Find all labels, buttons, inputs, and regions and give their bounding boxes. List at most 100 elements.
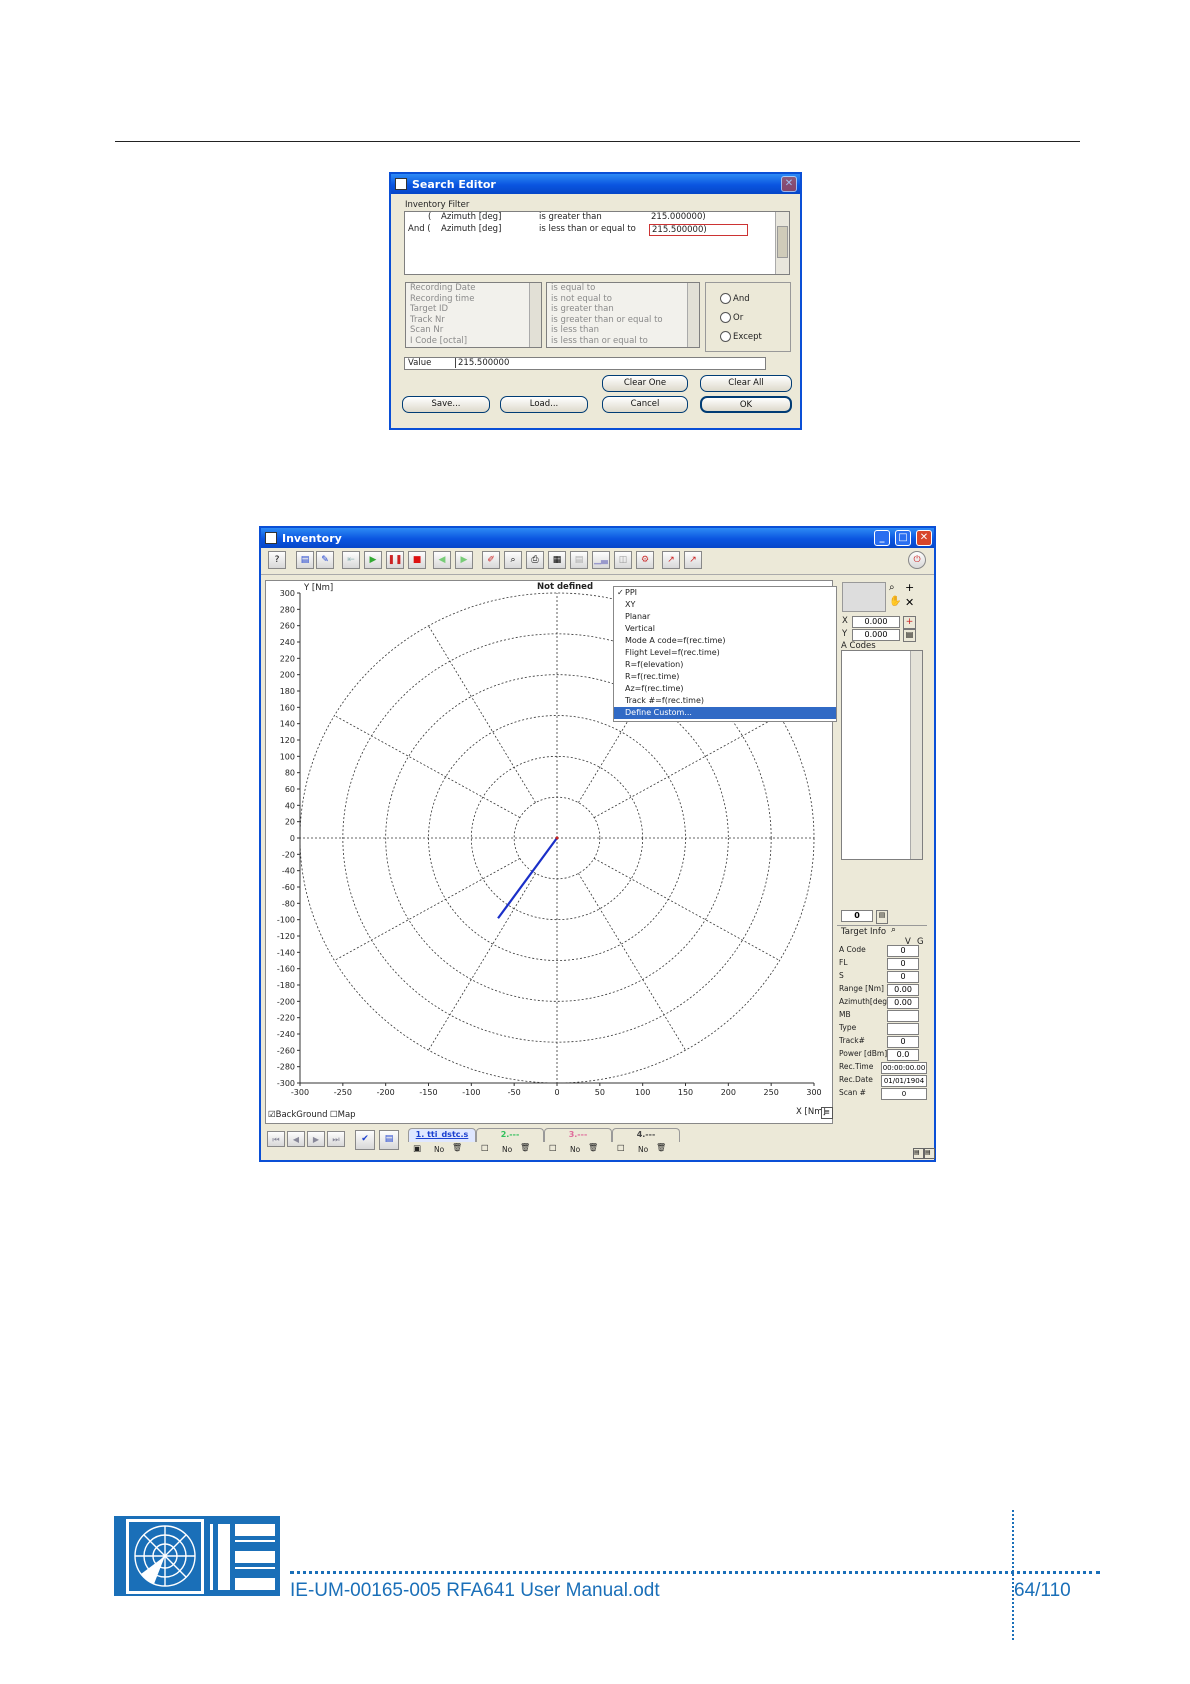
field-list-item[interactable]: Scan Nr <box>410 325 541 336</box>
a-codes-copy-icon[interactable]: ▤ <box>876 910 888 924</box>
zoom-tools[interactable] <box>842 582 886 612</box>
menu-item-r-elevation[interactable]: R=f(elevation) <box>614 659 836 671</box>
file-tab-1[interactable]: 1. tti_dstc.s <box>408 1128 476 1142</box>
table-icon[interactable]: ▤ <box>570 551 588 569</box>
edit-file-icon[interactable]: ✎ <box>316 551 334 569</box>
delete-icon[interactable]: ✕ <box>905 596 914 609</box>
inventory-titlebar[interactable]: Inventory _ □ ✕ <box>261 528 934 548</box>
radio-or[interactable]: Or <box>720 312 743 323</box>
status-icon-b[interactable]: ▤ <box>924 1148 935 1159</box>
pen-icon[interactable]: ✐ <box>482 551 500 569</box>
y-coord-field[interactable]: 0.000 <box>852 629 900 641</box>
operator-list-item[interactable]: is greater than <box>551 304 699 315</box>
maximize-icon[interactable]: □ <box>895 530 911 546</box>
operator-list[interactable]: is equal to is not equal to is greater tha… <box>546 282 700 348</box>
load-button[interactable]: Load... <box>500 396 588 413</box>
export-b-icon[interactable]: ↗ <box>684 551 702 569</box>
trash-icon[interactable]: 🗑 <box>452 1143 462 1152</box>
step-back-icon[interactable]: ⇤ <box>342 551 360 569</box>
hand-icon[interactable]: ✋ <box>889 596 901 607</box>
search-icon[interactable]: ⌕ <box>504 551 522 569</box>
operator-list-item[interactable]: is not equal to <box>551 294 699 305</box>
trash-icon[interactable]: 🗑 <box>520 1143 530 1152</box>
field-list-item[interactable]: Track Nr <box>410 315 541 326</box>
filter-icon[interactable]: ⚙ <box>636 551 654 569</box>
trash-icon[interactable]: 🗑 <box>588 1143 598 1152</box>
next-frame-button[interactable]: ▶ <box>307 1131 325 1147</box>
file-visible-checkbox[interactable]: ▣ <box>413 1144 421 1154</box>
chart-icon[interactable]: ◫ <box>614 551 632 569</box>
plus-icon[interactable]: + <box>905 581 914 594</box>
a-codes-list[interactable] <box>841 650 923 860</box>
add-coord-icon[interactable]: + <box>903 616 916 629</box>
filter-row[interactable]: And ( Azimuth [deg] is less than or equa… <box>405 224 789 236</box>
radio-except[interactable]: Except <box>720 331 762 342</box>
operator-list-item[interactable]: is greater than or equal to <box>551 315 699 326</box>
prev-frame-button[interactable]: ◀ <box>287 1131 305 1147</box>
histogram-icon[interactable]: ▁▃ <box>592 551 610 569</box>
filter-row[interactable]: ( Azimuth [deg] is greater than 215.0000… <box>405 212 789 224</box>
file-visible-checkbox[interactable]: ☐ <box>617 1144 625 1154</box>
menu-item-az-rectime[interactable]: Az=f(rec.time) <box>614 683 836 695</box>
trash-icon[interactable]: 🗑 <box>656 1143 666 1152</box>
search-editor-titlebar[interactable]: Search Editor ✕ <box>391 174 800 194</box>
file-visible-checkbox[interactable]: ☐ <box>481 1144 489 1154</box>
view-mode-menu[interactable]: ✓ PPI XY Planar Vertical Mode A code=f(re… <box>613 586 837 722</box>
field-list-scrollbar[interactable] <box>529 283 541 347</box>
clear-one-button[interactable]: Clear One <box>602 375 688 392</box>
power-icon[interactable]: ⏻ <box>908 551 926 569</box>
open-file-icon[interactable]: ▤ <box>296 551 314 569</box>
field-list[interactable]: Recording Date Recording time Target ID Tra… <box>405 282 542 348</box>
close-icon[interactable]: ✕ <box>916 530 932 546</box>
copy-button[interactable]: ▤ <box>379 1130 399 1150</box>
field-list-item[interactable]: Recording Date <box>410 283 541 294</box>
last-frame-button[interactable]: ⏭ <box>327 1131 345 1147</box>
pause-icon[interactable]: ❚❚ <box>386 551 404 569</box>
frame-forward-icon[interactable]: ▶ <box>455 551 473 569</box>
menu-item-r-rectime[interactable]: R=f(rec.time) <box>614 671 836 683</box>
zoom-icon[interactable]: ⌕ <box>889 582 895 593</box>
plot-settings-icon[interactable]: ≡ <box>821 1107 833 1119</box>
grid-icon[interactable]: ▦ <box>548 551 566 569</box>
radio-and[interactable]: And <box>720 293 750 304</box>
ok-button[interactable]: OK <box>700 396 792 413</box>
clear-all-button[interactable]: Clear All <box>700 375 792 392</box>
first-frame-button[interactable]: ⏮ <box>267 1131 285 1147</box>
operator-list-item[interactable]: is less than or equal to <box>551 336 699 347</box>
file-tab-2[interactable]: 2.--- <box>476 1128 544 1142</box>
a-codes-scrollbar[interactable] <box>910 651 922 859</box>
print-icon[interactable]: ⎙ <box>526 551 544 569</box>
operator-list-item[interactable]: is equal to <box>551 283 699 294</box>
status-icon-a[interactable]: ▤ <box>913 1148 924 1159</box>
stop-icon[interactable]: ■ <box>408 551 426 569</box>
save-button[interactable]: Save... <box>402 396 490 413</box>
minimize-icon[interactable]: _ <box>874 530 890 546</box>
x-coord-field[interactable]: 0.000 <box>852 616 900 628</box>
cancel-button[interactable]: Cancel <box>602 396 688 413</box>
file-tab-3[interactable]: 3.--- <box>544 1128 612 1142</box>
value-field[interactable]: Value 215.500000 <box>404 357 766 370</box>
menu-item-vertical[interactable]: Vertical <box>614 623 836 635</box>
menu-item-define-custom[interactable]: Define Custom... <box>614 707 836 719</box>
filter-scrollbar[interactable] <box>775 212 789 274</box>
play-icon[interactable]: ▶ <box>364 551 382 569</box>
file-tab-4[interactable]: 4.--- <box>612 1128 680 1142</box>
field-list-item[interactable]: Recording time <box>410 294 541 305</box>
menu-item-track-rectime[interactable]: Track #=f(rec.time) <box>614 695 836 707</box>
menu-item-xy[interactable]: XY <box>614 599 836 611</box>
frame-back-icon[interactable]: ◀ <box>433 551 451 569</box>
help-icon[interactable]: ? <box>268 551 286 569</box>
filter-list[interactable]: ( Azimuth [deg] is greater than 215.0000… <box>404 211 790 275</box>
operator-list-scrollbar[interactable] <box>687 283 699 347</box>
menu-item-ppi[interactable]: ✓ PPI <box>614 587 836 599</box>
filter-value-highlighted[interactable]: 215.500000) <box>649 224 748 236</box>
operator-list-item[interactable]: is less than <box>551 325 699 336</box>
close-icon[interactable]: ✕ <box>781 176 797 192</box>
check-all-button[interactable]: ✔ <box>355 1130 375 1150</box>
background-checkbox[interactable]: ☑BackGround <box>268 1110 328 1120</box>
menu-item-planar[interactable]: Planar <box>614 611 836 623</box>
target-search-icon[interactable]: ⌕ <box>891 925 896 935</box>
menu-item-flight-level[interactable]: Flight Level=f(rec.time) <box>614 647 836 659</box>
copy-coord-icon[interactable]: ▤ <box>903 629 916 642</box>
map-checkbox[interactable]: ☐Map <box>330 1110 356 1120</box>
